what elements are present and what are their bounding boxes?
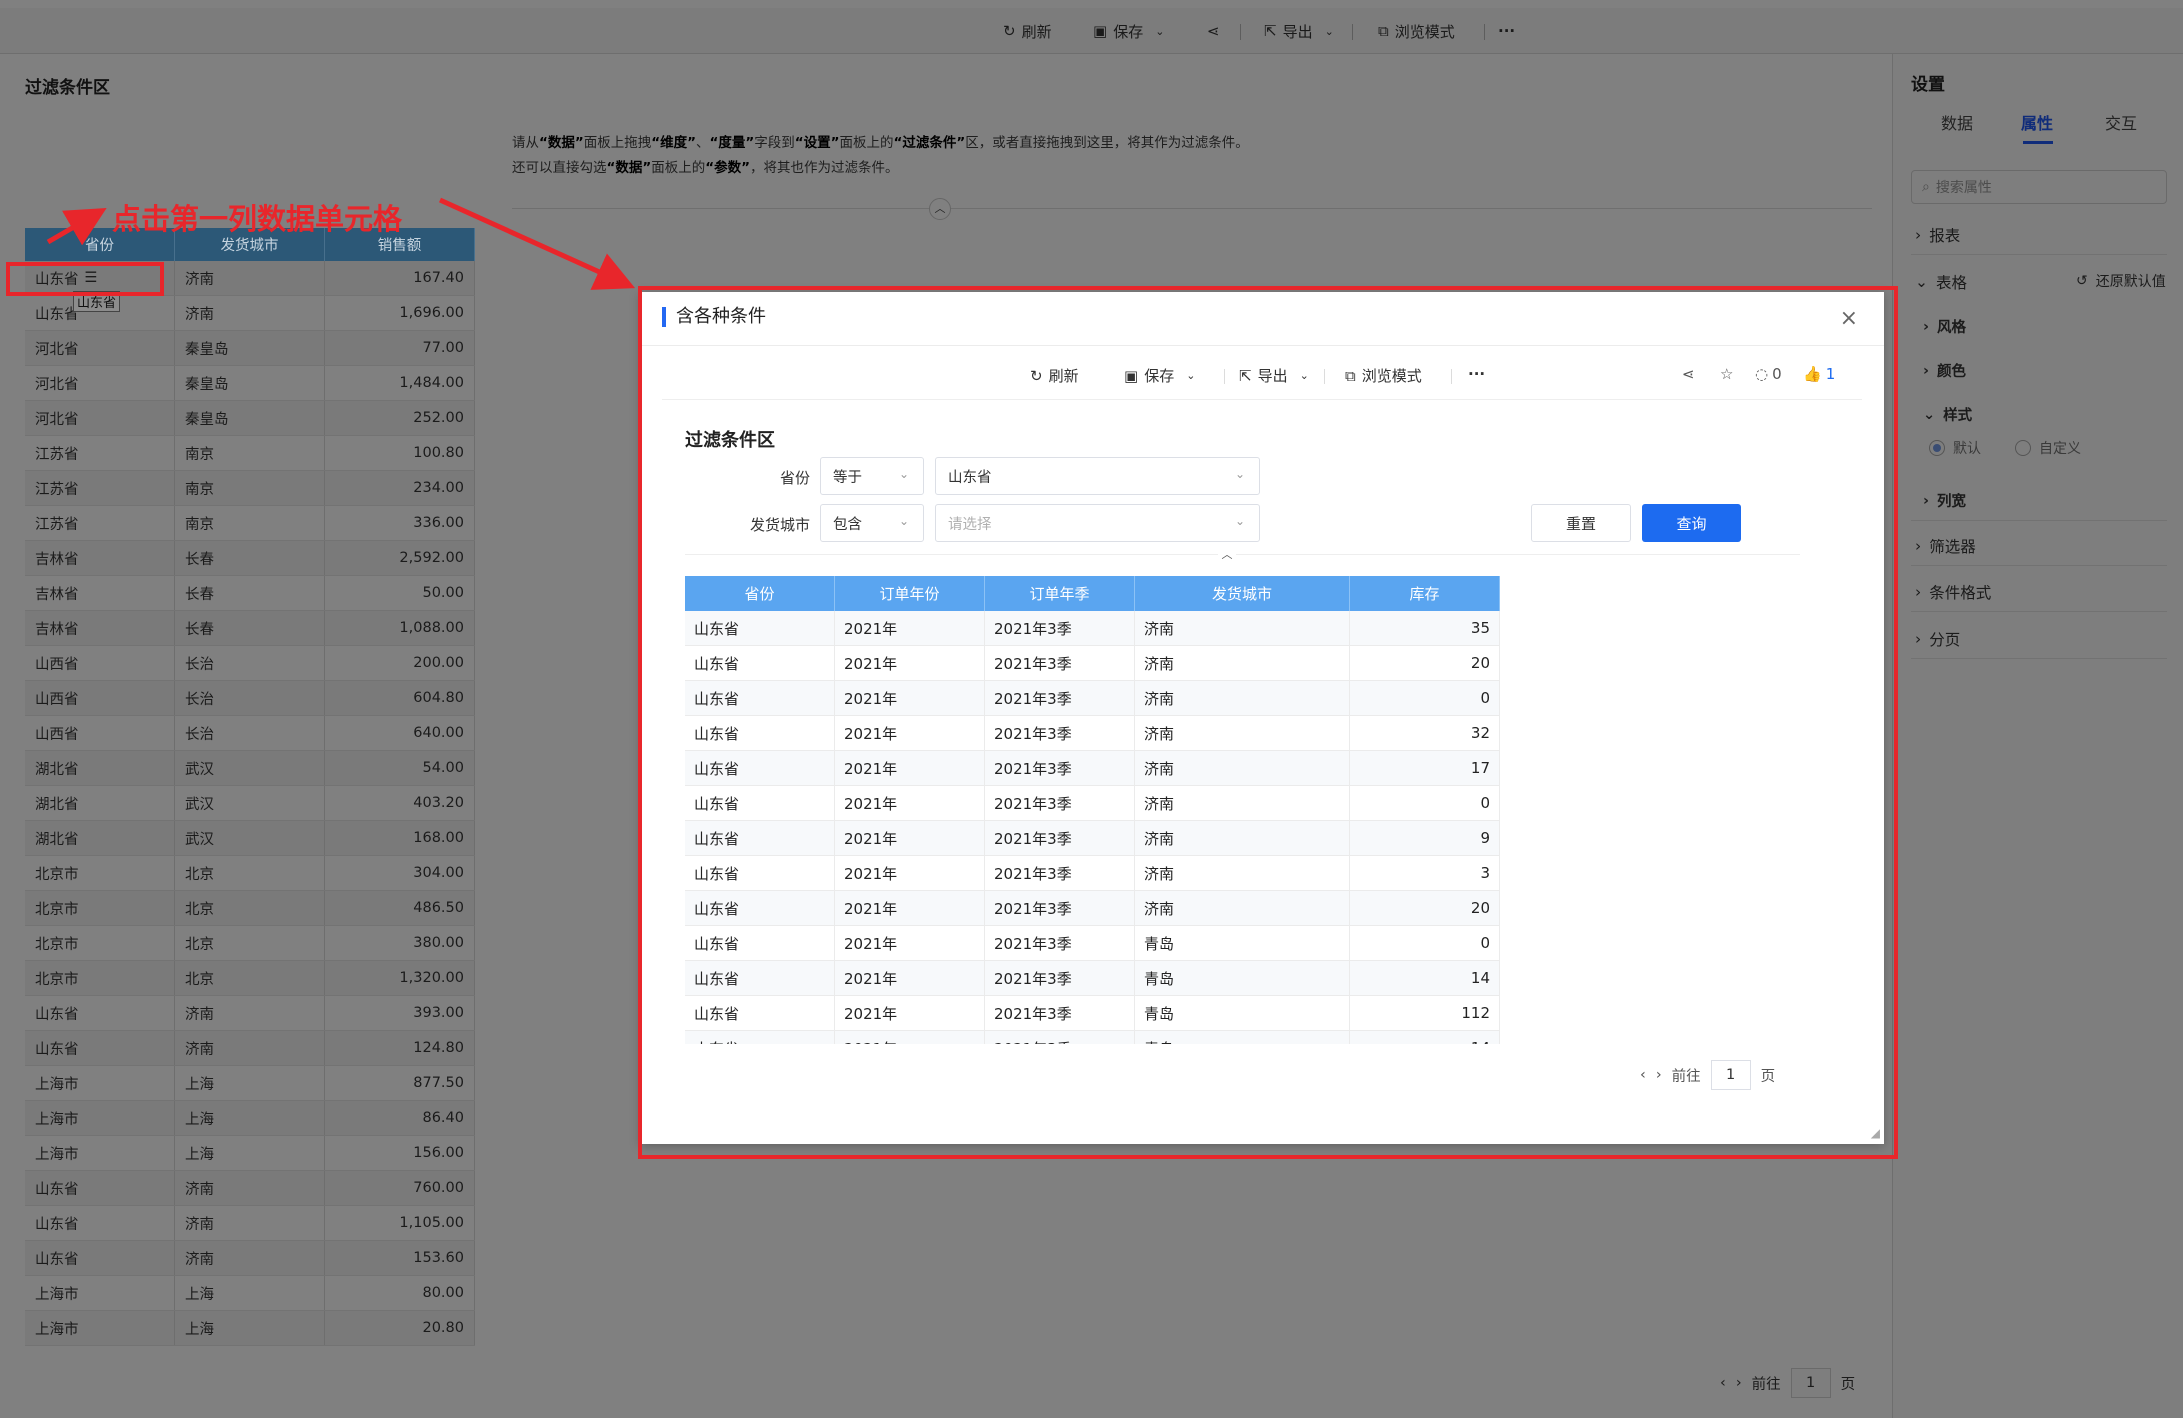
arrow-to-label <box>46 207 107 246</box>
annotation-arrows <box>46 197 636 290</box>
arrow-to-dialog <box>438 197 636 290</box>
